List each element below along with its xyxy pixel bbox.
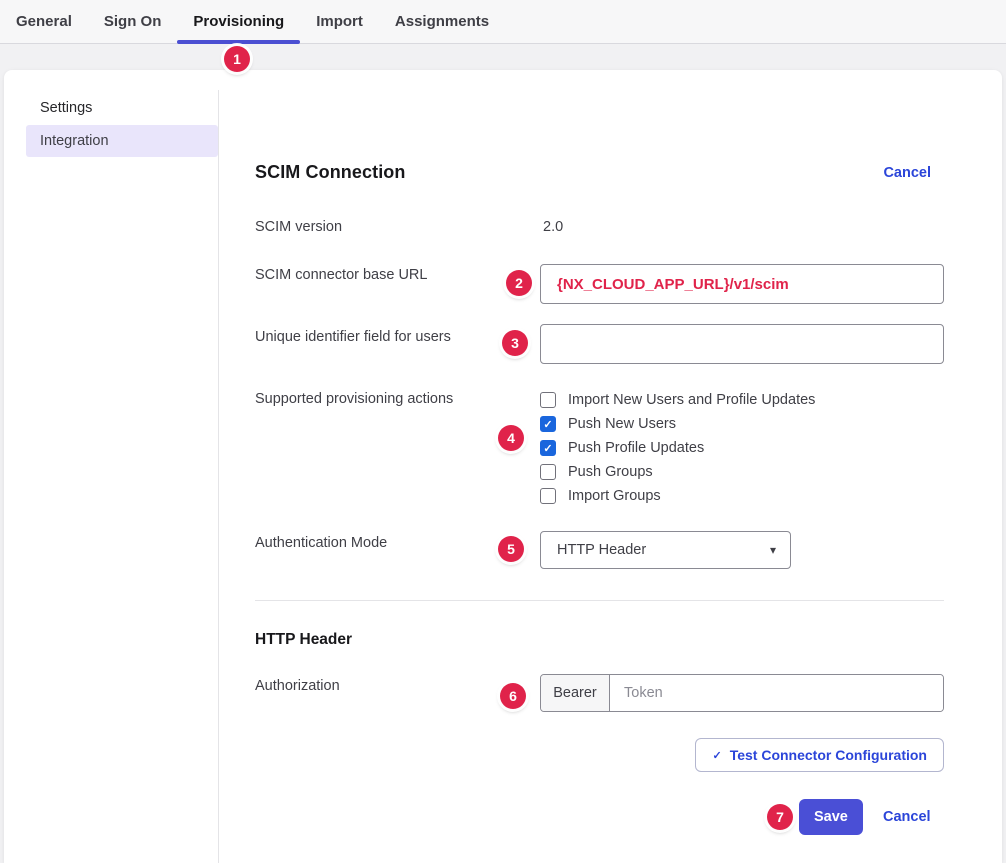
tab-import[interactable]: Import (300, 0, 379, 43)
tab-provisioning[interactable]: Provisioning (177, 0, 300, 43)
scim-version-label: SCIM version (255, 219, 342, 235)
step-badge-1: 1 (224, 46, 250, 72)
auth-mode-select[interactable]: HTTP Header ▾ (540, 531, 791, 569)
auth-mode-label: Authentication Mode (255, 535, 387, 551)
section-divider (255, 600, 944, 601)
base-url-input[interactable] (540, 264, 944, 304)
sidebar-item-integration[interactable]: Integration (26, 125, 218, 157)
checkbox-row: Import New Users and Profile Updates (540, 388, 815, 412)
step-badge-6: 6 (500, 683, 526, 709)
checkbox-row: Push Profile Updates (540, 436, 815, 460)
step-badge-7: 7 (767, 804, 793, 830)
checkbox-row: Import Groups (540, 484, 815, 508)
step-badge-5: 5 (498, 536, 524, 562)
base-url-label: SCIM connector base URL (255, 267, 427, 283)
check-icon: ✓ (712, 749, 721, 762)
test-connector-label: Test Connector Configuration (730, 747, 927, 763)
unique-id-label: Unique identifier field for users (255, 329, 451, 345)
auth-mode-selected-value: HTTP Header (557, 542, 646, 558)
step-badge-2: 2 (506, 270, 532, 296)
checkbox-row: Push Groups (540, 460, 815, 484)
test-connector-button[interactable]: ✓ Test Connector Configuration (695, 738, 944, 772)
checkbox-import-new-users[interactable] (540, 392, 556, 408)
sidebar-divider (218, 90, 219, 863)
token-input[interactable] (610, 675, 943, 711)
checkbox-row: Push New Users (540, 412, 815, 436)
checkbox-label: Import Groups (568, 488, 661, 504)
checkbox-push-groups[interactable] (540, 464, 556, 480)
page: General Sign On Provisioning Import Assi… (0, 0, 1006, 863)
sidebar-heading: Settings (40, 100, 92, 116)
checkbox-label: Push Profile Updates (568, 440, 704, 456)
authorization-field-group: Bearer (540, 674, 944, 712)
page-title: SCIM Connection (255, 162, 406, 183)
checkbox-label: Push Groups (568, 464, 653, 480)
provisioning-actions-group: Import New Users and Profile Updates Pus… (540, 388, 815, 508)
tab-general[interactable]: General (0, 0, 88, 43)
unique-id-input[interactable] (540, 324, 944, 364)
step-badge-3: 3 (502, 330, 528, 356)
provisioning-actions-label: Supported provisioning actions (255, 391, 453, 407)
checkbox-push-new-users[interactable] (540, 416, 556, 432)
checkbox-push-profile-updates[interactable] (540, 440, 556, 456)
checkbox-label: Import New Users and Profile Updates (568, 392, 815, 408)
checkbox-import-groups[interactable] (540, 488, 556, 504)
save-button[interactable]: Save (799, 799, 863, 835)
cancel-link-bottom[interactable]: Cancel (883, 809, 931, 825)
step-badge-4: 4 (498, 425, 524, 451)
checkbox-label: Push New Users (568, 416, 676, 432)
tab-sign-on[interactable]: Sign On (88, 0, 178, 43)
cancel-link-top[interactable]: Cancel (883, 165, 931, 181)
scim-version-value: 2.0 (543, 219, 563, 235)
tab-assignments[interactable]: Assignments (379, 0, 505, 43)
bearer-prefix: Bearer (541, 675, 610, 711)
authorization-label: Authorization (255, 678, 340, 694)
tab-bar: General Sign On Provisioning Import Assi… (0, 0, 1006, 44)
http-header-heading: HTTP Header (255, 631, 352, 649)
chevron-down-icon: ▾ (770, 543, 776, 557)
